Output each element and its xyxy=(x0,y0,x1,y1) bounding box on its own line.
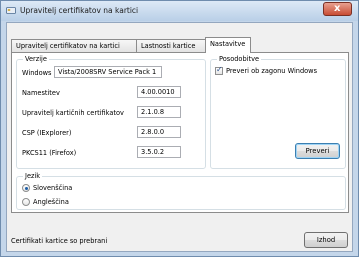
windows-version-field[interactable]: Vista/2008SRV Service Pack 1 xyxy=(54,66,162,78)
tab-settings[interactable]: Nastavitve xyxy=(205,37,251,53)
language-group: Jezik Slovenščina Angleščina xyxy=(16,172,346,210)
check-on-startup-label: Preveri ob zagonu Windows xyxy=(226,67,318,75)
check-on-startup-checkbox[interactable]: ✓ xyxy=(215,65,223,75)
language-english-radio[interactable] xyxy=(22,198,30,206)
pkcs11-label: PKCS11 (Firefox) xyxy=(22,149,77,157)
language-slovenian-label: Slovenščina xyxy=(33,184,73,192)
csp-label: CSP (IExplorer) xyxy=(22,129,72,137)
card-manager-version-field[interactable]: 2.1.0.8 xyxy=(137,106,181,118)
check-updates-button[interactable]: Preveri xyxy=(295,143,340,159)
title-bar[interactable]: Upravitelj certifikatov na kartici x xyxy=(1,1,358,21)
window-title: Upravitelj certifikatov na kartici xyxy=(20,6,139,15)
tab-card-properties[interactable]: Lastnosti kartice xyxy=(136,39,206,52)
client-area: Upravitelj certifikatov na kartici Lastn… xyxy=(6,22,353,252)
language-slovenian-radio[interactable] xyxy=(22,184,30,192)
updates-group: Posodobitve ✓ Preveri ob zagonu Windows … xyxy=(210,55,346,169)
install-version-field[interactable]: 4.00.0010 xyxy=(137,86,181,98)
versions-group: Verzije Windows Vista/2008SRV Service Pa… xyxy=(16,55,206,169)
windows-label: Windows xyxy=(22,69,52,77)
checkmark-icon: ✓ xyxy=(216,65,223,74)
csp-version-field[interactable]: 2.8.0.0 xyxy=(137,126,181,138)
tab-card-certificates[interactable]: Upravitelj certifikatov na kartici xyxy=(11,39,137,52)
versions-group-title: Verzije xyxy=(23,55,49,63)
certificate-card-icon xyxy=(6,7,16,14)
language-english-label: Angleščina xyxy=(33,198,69,206)
card-manager-label: Upravitelj kartičnih certifikatov xyxy=(22,109,124,117)
exit-button[interactable]: Izhod xyxy=(304,232,348,248)
pkcs11-version-field[interactable]: 3.5.0.2 xyxy=(137,146,181,158)
close-button[interactable]: x xyxy=(323,2,352,16)
language-group-title: Jezik xyxy=(23,172,43,180)
close-icon: x xyxy=(334,3,341,14)
status-text: Certifikati kartice so prebrani xyxy=(11,237,108,245)
install-label: Namestitev xyxy=(22,89,60,97)
settings-panel: Verzije Windows Vista/2008SRV Service Pa… xyxy=(11,52,349,213)
updates-group-title: Posodobitve xyxy=(217,55,262,63)
app-window: Upravitelj certifikatov na kartici x Upr… xyxy=(0,0,359,257)
